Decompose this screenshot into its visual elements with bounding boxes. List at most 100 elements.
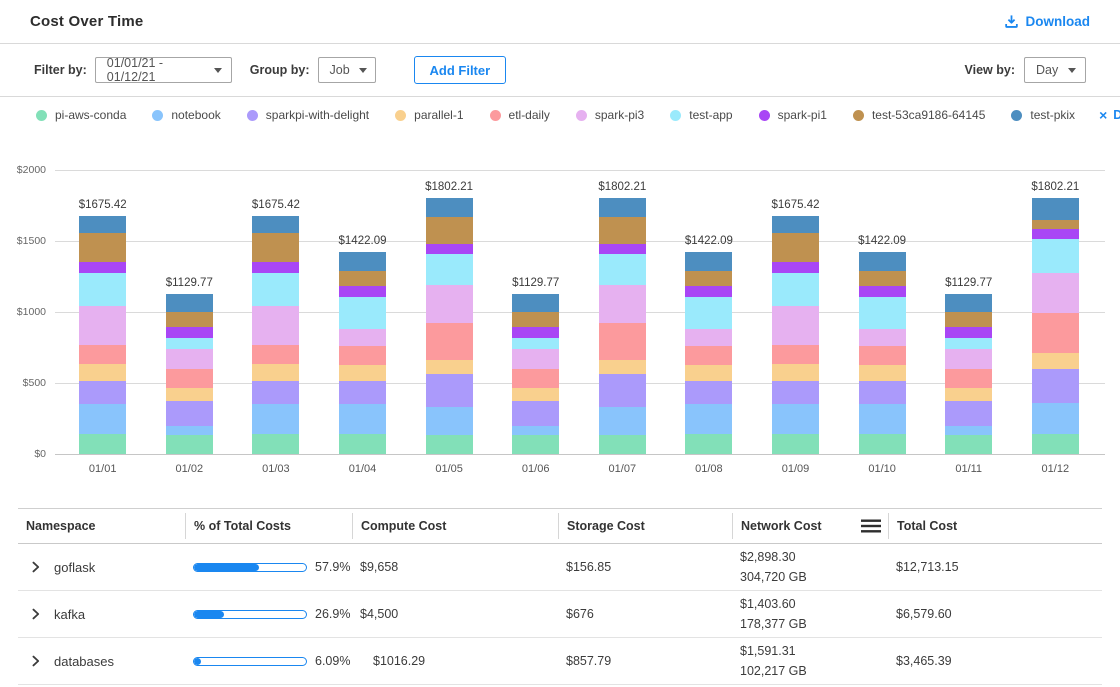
bar-segment-test-53ca9186-64145[interactable] [512,312,559,327]
bar-segment-test-53ca9186-64145[interactable] [79,233,126,262]
bar-segment-etl-daily[interactable] [166,369,213,389]
bar-segment-etl-daily[interactable] [79,345,126,364]
bar-segment-etl-daily[interactable] [599,323,646,360]
view-by-select[interactable]: Day [1024,57,1086,83]
bar-segment-notebook[interactable] [599,407,646,436]
bar-segment-sparkpi-with-delight[interactable] [859,381,906,404]
bar-segment-spark-pi1[interactable] [772,262,819,272]
bar-segment-sparkpi-with-delight[interactable] [339,381,386,404]
legend-item-sparkpi-with-delight[interactable]: sparkpi-with-delight [247,108,369,122]
bar-segment-parallel-1[interactable] [685,365,732,381]
bar-segment-test-pkix[interactable] [339,252,386,271]
bar-segment-test-pkix[interactable] [79,216,126,233]
bar-segment-parallel-1[interactable] [426,360,473,374]
bar-segment-notebook[interactable] [166,426,213,435]
bar-segment-test-app[interactable] [685,297,732,329]
bar-segment-parallel-1[interactable] [252,364,299,380]
bar-segment-spark-pi3[interactable] [426,285,473,322]
bar-segment-pi-aws-conda[interactable] [426,435,473,454]
bar-segment-notebook[interactable] [426,407,473,436]
bar-segment-sparkpi-with-delight[interactable] [79,381,126,405]
bar-segment-test-53ca9186-64145[interactable] [772,233,819,262]
bar-segment-notebook[interactable] [79,404,126,434]
bar-segment-parallel-1[interactable] [1032,353,1079,369]
bar-segment-spark-pi1[interactable] [512,327,559,338]
bar-segment-etl-daily[interactable] [685,346,732,365]
bar-segment-pi-aws-conda[interactable] [512,435,559,454]
bar-segment-spark-pi3[interactable] [859,329,906,346]
add-filter-button[interactable]: Add Filter [414,56,507,84]
bar-segment-test-app[interactable] [599,254,646,285]
bar-segment-test-app[interactable] [79,273,126,306]
expand-row-icon[interactable] [30,608,41,620]
bar-segment-parallel-1[interactable] [945,388,992,401]
date-range-select[interactable]: 01/01/21 - 01/12/21 [95,57,232,83]
legend-item-etl-daily[interactable]: etl-daily [490,108,550,122]
bar-segment-pi-aws-conda[interactable] [1032,434,1079,454]
bar-segment-test-pkix[interactable] [945,294,992,312]
bar-segment-test-pkix[interactable] [166,294,213,312]
bar-segment-spark-pi1[interactable] [685,286,732,296]
bar-segment-test-app[interactable] [426,254,473,285]
bar-segment-test-pkix[interactable] [772,216,819,233]
bar-segment-parallel-1[interactable] [599,360,646,374]
bar-segment-test-pkix[interactable] [512,294,559,312]
bar-segment-etl-daily[interactable] [512,369,559,389]
bar-segment-notebook[interactable] [339,404,386,434]
download-button[interactable]: Download [1004,14,1091,29]
bar-segment-test-app[interactable] [772,273,819,306]
bar-segment-test-pkix[interactable] [859,252,906,271]
bar-segment-spark-pi1[interactable] [599,244,646,255]
bar-segment-test-pkix[interactable] [599,198,646,217]
bar-segment-pi-aws-conda[interactable] [945,435,992,454]
bar-segment-spark-pi3[interactable] [339,329,386,346]
bar-segment-spark-pi1[interactable] [79,262,126,272]
bar-segment-test-pkix[interactable] [685,252,732,271]
legend-item-spark-pi1[interactable]: spark-pi1 [759,108,827,122]
bar-segment-spark-pi3[interactable] [945,349,992,369]
bar-segment-pi-aws-conda[interactable] [772,434,819,454]
bar-segment-sparkpi-with-delight[interactable] [772,381,819,405]
bar-segment-etl-daily[interactable] [339,346,386,365]
bar-segment-parallel-1[interactable] [859,365,906,381]
bar-segment-pi-aws-conda[interactable] [79,434,126,454]
bar-segment-test-53ca9186-64145[interactable] [252,233,299,262]
bar-segment-etl-daily[interactable] [252,345,299,364]
bar-segment-notebook[interactable] [512,426,559,435]
bar-segment-test-pkix[interactable] [426,198,473,217]
bar-segment-test-53ca9186-64145[interactable] [685,271,732,286]
bar-segment-pi-aws-conda[interactable] [859,434,906,454]
bar-segment-test-pkix[interactable] [1032,198,1079,219]
bar-segment-notebook[interactable] [252,404,299,434]
bar-segment-pi-aws-conda[interactable] [166,435,213,454]
bar-segment-parallel-1[interactable] [339,365,386,381]
legend-item-notebook[interactable]: notebook [152,108,220,122]
bar-segment-test-app[interactable] [945,338,992,349]
bar-segment-test-53ca9186-64145[interactable] [1032,220,1079,230]
bar-segment-spark-pi3[interactable] [512,349,559,369]
legend-item-test-app[interactable]: test-app [670,108,732,122]
bar-segment-sparkpi-with-delight[interactable] [252,381,299,405]
bar-segment-parallel-1[interactable] [166,388,213,401]
bar-segment-spark-pi1[interactable] [252,262,299,272]
bar-segment-test-app[interactable] [1032,239,1079,273]
bar-segment-notebook[interactable] [772,404,819,434]
bar-segment-notebook[interactable] [945,426,992,435]
bar-segment-notebook[interactable] [685,404,732,434]
bar-segment-spark-pi1[interactable] [166,327,213,338]
bar-segment-spark-pi3[interactable] [599,285,646,322]
bar-segment-spark-pi3[interactable] [79,306,126,346]
bar-segment-spark-pi3[interactable] [685,329,732,346]
bar-segment-test-app[interactable] [859,297,906,329]
bar-segment-pi-aws-conda[interactable] [599,435,646,454]
bar-segment-pi-aws-conda[interactable] [252,434,299,454]
expand-row-icon[interactable] [30,561,41,573]
bar-segment-pi-aws-conda[interactable] [685,434,732,454]
legend-item-test-53ca9186-64145[interactable]: test-53ca9186-64145 [853,108,985,122]
bar-segment-test-53ca9186-64145[interactable] [599,217,646,244]
bar-segment-sparkpi-with-delight[interactable] [426,374,473,406]
bar-segment-spark-pi1[interactable] [1032,229,1079,239]
bar-segment-sparkpi-with-delight[interactable] [685,381,732,404]
bar-segment-notebook[interactable] [1032,403,1079,434]
bar-segment-spark-pi3[interactable] [772,306,819,346]
